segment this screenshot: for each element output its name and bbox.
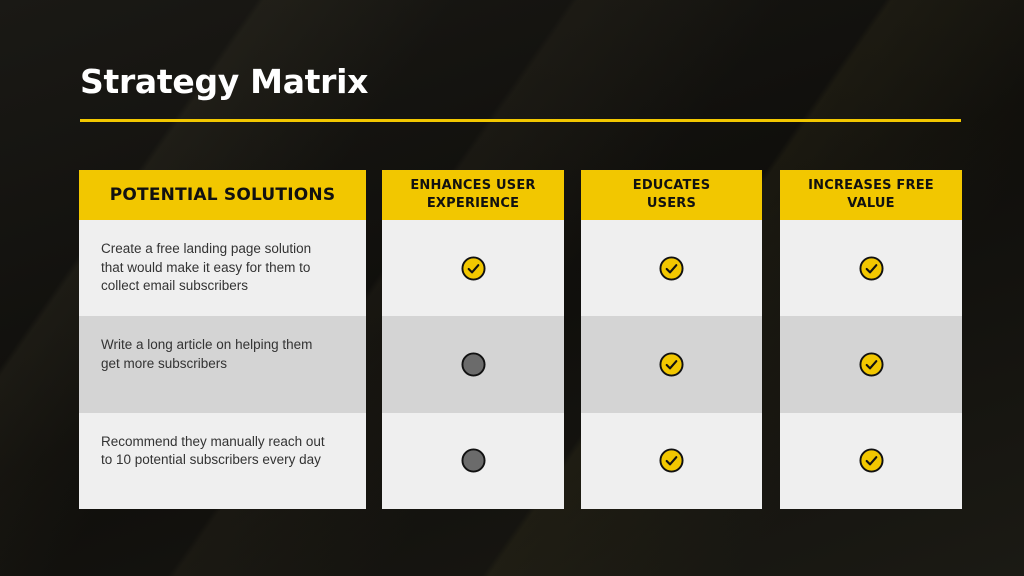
title-underline xyxy=(80,119,961,122)
matrix-cell xyxy=(780,316,962,413)
check-icon xyxy=(659,448,684,473)
matrix-cell xyxy=(780,220,962,317)
column-header-solutions: POTENTIAL SOLUTIONS xyxy=(79,170,366,220)
matrix-marker xyxy=(858,448,884,473)
matrix-cell xyxy=(780,412,962,509)
matrix-cell xyxy=(382,220,564,317)
empty-circle-icon xyxy=(460,448,486,473)
page-title: Strategy Matrix xyxy=(80,62,369,101)
check-icon xyxy=(460,256,486,281)
solution-text: Recommend they manually reach out to 10 … xyxy=(101,433,325,468)
check-icon xyxy=(858,256,884,281)
matrix-cell xyxy=(581,316,762,413)
matrix-marker xyxy=(659,256,684,281)
matrix-marker xyxy=(858,256,884,281)
empty-circle-icon xyxy=(460,352,486,377)
solution-row: Create a free landing page solution that… xyxy=(79,220,366,317)
solution-text: Create a free landing page solution that… xyxy=(101,241,312,293)
criteria-column-free-value: INCREASES FREE VALUE xyxy=(780,170,962,509)
column-header-educates-users: EDUCATES USERS xyxy=(581,170,762,220)
matrix-cell xyxy=(382,412,564,509)
criteria-column-user-experience: ENHANCES USER EXPERIENCE xyxy=(382,170,564,509)
matrix-marker xyxy=(460,352,486,377)
check-icon xyxy=(659,352,684,377)
matrix-cell xyxy=(382,316,564,413)
column-header-user-experience: ENHANCES USER EXPERIENCE xyxy=(382,170,564,220)
solution-row: Recommend they manually reach out to 10 … xyxy=(79,412,366,509)
matrix-marker xyxy=(659,352,684,377)
solutions-column: POTENTIAL SOLUTIONS Create a free landin… xyxy=(79,170,366,509)
check-icon xyxy=(659,256,684,281)
matrix-marker xyxy=(659,448,684,473)
check-icon xyxy=(858,352,884,377)
criteria-column-educates-users: EDUCATES USERS xyxy=(581,170,762,509)
matrix-cell xyxy=(581,412,762,509)
matrix-cell xyxy=(581,220,762,317)
matrix-marker xyxy=(858,352,884,377)
solution-row: Write a long article on helping them get… xyxy=(79,316,366,413)
solution-text: Write a long article on helping them get… xyxy=(101,337,313,371)
column-header-free-value: INCREASES FREE VALUE xyxy=(780,170,962,220)
matrix-marker xyxy=(460,256,486,281)
check-icon xyxy=(858,448,884,473)
matrix-marker xyxy=(460,448,486,473)
